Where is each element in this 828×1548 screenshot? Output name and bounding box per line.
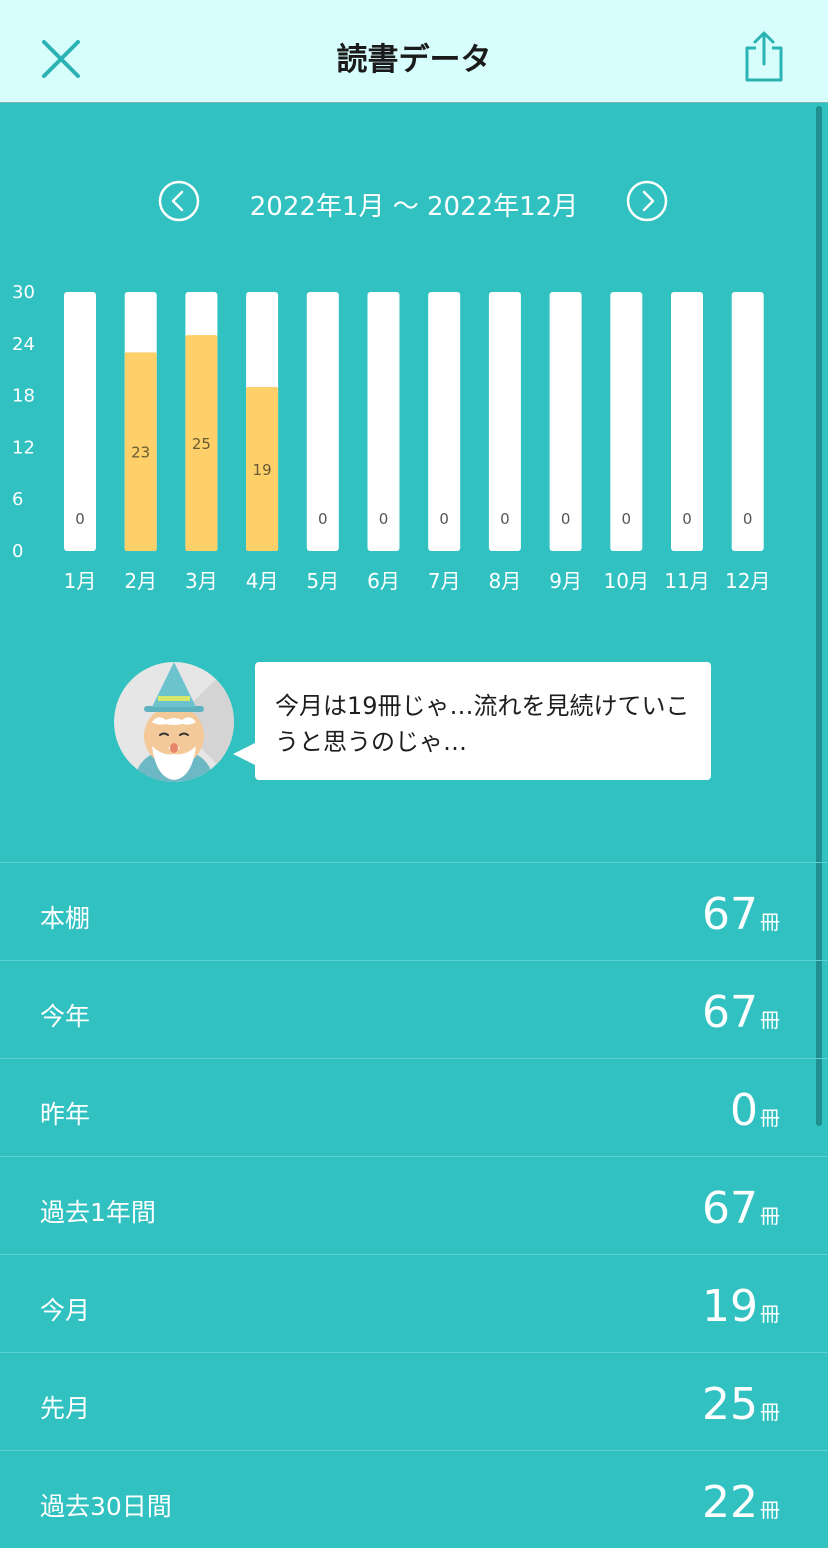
stat-row[interactable]: 過去1年間 67 冊	[0, 1156, 828, 1254]
stat-label: 先月	[40, 1394, 91, 1423]
stat-value: 25 冊	[702, 1379, 780, 1430]
stat-unit: 冊	[760, 1106, 780, 1130]
bar-value-label: 0	[500, 510, 510, 528]
monthly-reading-chart: 0 6 12 18 24 30 0 1月 23 2月 25 3月 19 4月 0 5月 0 6月 0 7月 0 8月 0 9月…	[0, 270, 828, 610]
stat-number: 67	[702, 1183, 758, 1234]
stat-row[interactable]: 先月 25 冊	[0, 1352, 828, 1450]
stat-number: 22	[702, 1477, 758, 1528]
stat-unit: 冊	[760, 1302, 780, 1326]
stats-list: 本棚 67 冊今年 67 冊昨年 0 冊過去1年間 67 冊今月 19 冊先月 25 冊過去30日間 22…	[0, 862, 828, 1548]
stat-label: 今月	[40, 1296, 91, 1325]
bar-value-label: 19	[253, 461, 272, 479]
page-title: 読書データ	[336, 42, 492, 78]
bar-value-label: 23	[131, 444, 150, 462]
y-tick-label: 6	[12, 489, 23, 510]
y-tick-label: 30	[12, 282, 35, 303]
y-tick-label: 12	[12, 437, 35, 458]
chevron-right-icon	[626, 180, 668, 222]
stat-value: 22 冊	[702, 1477, 780, 1528]
bar-value-label: 0	[743, 510, 753, 528]
bar-chart-svg: 0 6 12 18 24 30 0 1月 23 2月 25 3月 19 4月 0 5月 0 6月 0 7月 0 8月 0 9月…	[12, 282, 770, 593]
y-tick-label: 24	[12, 334, 35, 355]
wizard-avatar	[112, 660, 236, 784]
x-tick-label: 8月	[489, 569, 522, 593]
x-tick-label: 3月	[185, 569, 218, 593]
bar-value-label: 0	[75, 510, 85, 528]
header: 読書データ	[0, 0, 828, 103]
bar-value-label: 0	[439, 510, 449, 528]
x-tick-label: 7月	[428, 569, 461, 593]
wizard-avatar-icon	[114, 662, 234, 782]
bar-value-label: 0	[682, 510, 692, 528]
x-tick-label: 5月	[306, 569, 339, 593]
wizard-message: 今月は19冊じゃ…流れを見続けていこうと思うのじゃ…	[275, 692, 690, 756]
stat-row[interactable]: 昨年 0 冊	[0, 1058, 828, 1156]
stat-value: 67 冊	[702, 889, 780, 940]
range-navigator: 2022年1月 〜 2022年12月	[0, 180, 828, 226]
stat-label: 過去1年間	[40, 1198, 156, 1227]
x-tick-label: 11月	[664, 569, 709, 593]
speech-bubble: 今月は19冊じゃ…流れを見続けていこうと思うのじゃ…	[233, 662, 711, 780]
stat-unit: 冊	[760, 1400, 780, 1424]
date-range-label: 2022年1月 〜 2022年12月	[249, 192, 579, 222]
stat-value: 19 冊	[702, 1281, 780, 1332]
x-tick-label: 1月	[64, 569, 97, 593]
stat-value: 67 冊	[702, 987, 780, 1038]
x-tick-label: 9月	[549, 569, 582, 593]
stat-number: 67	[702, 987, 758, 1038]
stat-number: 25	[702, 1379, 758, 1430]
stat-row[interactable]: 本棚 67 冊	[0, 862, 828, 960]
share-button[interactable]	[742, 30, 786, 84]
x-tick-label: 6月	[367, 569, 400, 593]
x-tick-label: 12月	[725, 569, 770, 593]
stat-number: 67	[702, 889, 758, 940]
next-range-button[interactable]	[626, 180, 668, 222]
share-icon	[745, 31, 783, 82]
bar-value-label: 0	[379, 510, 389, 528]
stat-row[interactable]: 過去30日間 22 冊	[0, 1450, 828, 1548]
x-tick-label: 10月	[604, 569, 649, 593]
stat-unit: 冊	[760, 1008, 780, 1032]
stat-number: 0	[730, 1085, 758, 1136]
stat-value: 67 冊	[702, 1183, 780, 1234]
stat-row[interactable]: 今月 19 冊	[0, 1254, 828, 1352]
bar-value-label: 25	[192, 435, 211, 453]
stat-unit: 冊	[760, 1498, 780, 1522]
stat-number: 19	[702, 1281, 758, 1332]
stat-label: 今年	[40, 1002, 91, 1031]
bar-value-label: 0	[561, 510, 571, 528]
x-tick-label: 2月	[124, 569, 157, 593]
y-tick-label: 0	[12, 541, 23, 562]
stat-label: 昨年	[40, 1100, 91, 1129]
bar-value-label: 0	[622, 510, 632, 528]
stat-label: 過去30日間	[40, 1492, 172, 1521]
stat-unit: 冊	[760, 910, 780, 934]
previous-range-button[interactable]	[158, 180, 200, 222]
stat-row[interactable]: 今年 67 冊	[0, 960, 828, 1058]
y-tick-label: 18	[12, 386, 35, 407]
stat-value: 0冊	[730, 1085, 780, 1136]
x-tick-label: 4月	[246, 569, 279, 593]
bar-value-label: 0	[318, 510, 328, 528]
stat-unit: 冊	[760, 1204, 780, 1228]
stat-label: 本棚	[40, 904, 91, 933]
chevron-left-icon	[158, 180, 200, 222]
